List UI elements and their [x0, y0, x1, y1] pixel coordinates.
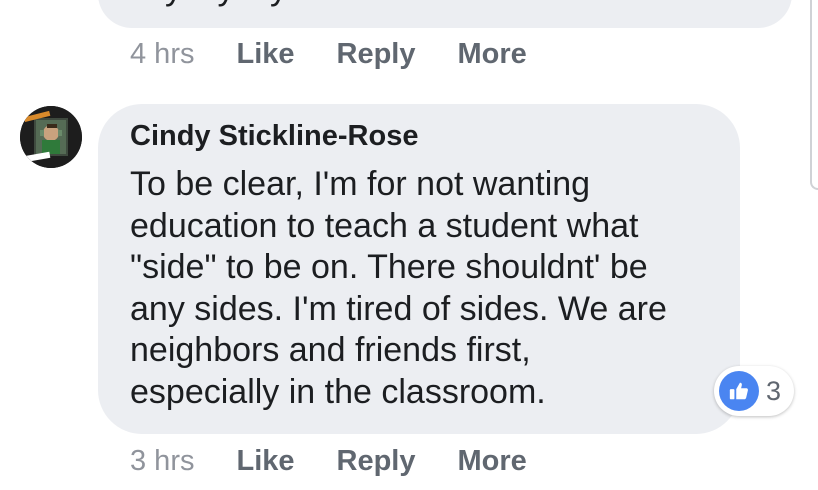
comment-author[interactable]: Cindy Stickline-Rose [130, 120, 418, 153]
comment-timestamp: 3 hrs [130, 444, 195, 477]
comment-actions: 3 hrs Like Reply More [130, 441, 569, 481]
comment-line: "side" to be on. There shouldnt' be [130, 248, 648, 286]
comment-line: neighbors and friends first, [130, 331, 531, 369]
scrollbar-edge [810, 0, 818, 190]
previous-comment-bubble: …y…y…y… [98, 0, 792, 28]
comment-line: education to teach a student what [130, 206, 639, 245]
like-button[interactable]: Like [236, 445, 294, 478]
more-button[interactable]: More [458, 445, 527, 478]
previous-comment-more-button[interactable]: More [458, 38, 527, 71]
avatar[interactable] [20, 106, 82, 168]
reply-button[interactable]: Reply [337, 445, 416, 478]
avatar-image [20, 106, 82, 168]
previous-comment-text-fragment: …y…y…y… [130, 0, 323, 8]
previous-comment-actions: 4 hrs Like Reply More [130, 34, 569, 74]
previous-comment-like-button[interactable]: Like [236, 38, 294, 71]
reaction-summary[interactable]: 3 [714, 366, 794, 416]
comment-line: To be clear, I'm for not wanting [130, 165, 591, 203]
comment-line: especially in the classroom. [130, 372, 546, 411]
comment-bubble: Cindy Stickline-Rose To be clear, I'm fo… [98, 104, 740, 434]
previous-comment-timestamp: 4 hrs [130, 37, 195, 70]
comment-line: any sides. I'm tired of sides. We are [130, 289, 667, 328]
comment-text: To be clear, I'm for not wanting educati… [130, 164, 720, 413]
previous-comment-reply-button[interactable]: Reply [337, 38, 416, 71]
thumbs-up-icon [719, 371, 759, 411]
reaction-count: 3 [766, 375, 782, 406]
